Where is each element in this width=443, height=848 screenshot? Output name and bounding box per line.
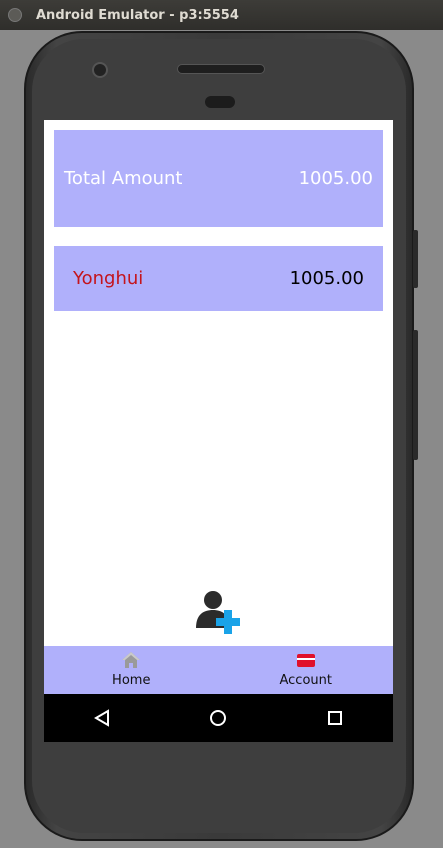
emulator-titlebar: Android Emulator - p3:5554: [0, 0, 443, 30]
nav-item-account[interactable]: Account: [219, 646, 394, 694]
front-camera: [92, 62, 108, 78]
window-title: Android Emulator - p3:5554: [36, 7, 239, 23]
back-button[interactable]: [82, 698, 122, 738]
nav-label-home: Home: [112, 673, 151, 688]
total-amount-card: Total Amount 1005.00: [54, 130, 383, 227]
recents-button[interactable]: [315, 698, 355, 738]
recents-icon: [327, 711, 342, 725]
entry-name: Yonghui: [73, 268, 144, 289]
total-amount-value: 1005.00: [298, 168, 373, 189]
list-item[interactable]: Yonghui 1005.00: [54, 246, 383, 311]
nav-item-home[interactable]: Home: [44, 646, 219, 694]
home-icon: [122, 652, 141, 668]
bottom-navigation: Home Account: [44, 646, 393, 694]
app-screen: Total Amount 1005.00 Yonghui 1005.00 Hom…: [44, 120, 393, 742]
total-amount-label: Total Amount: [64, 168, 183, 189]
home-circle-icon: [210, 710, 227, 726]
volume-button[interactable]: [413, 330, 418, 460]
nav-label-account: Account: [279, 673, 333, 688]
power-button[interactable]: [413, 230, 418, 288]
wallet-icon: [296, 654, 315, 667]
proximity-sensor: [205, 96, 235, 108]
add-user-icon: [196, 591, 240, 634]
entry-amount: 1005.00: [289, 268, 364, 289]
system-home-button[interactable]: [198, 698, 238, 738]
earpiece-speaker: [177, 64, 265, 74]
system-navigation-bar: [44, 694, 393, 742]
window-close-button[interactable]: [8, 8, 22, 22]
back-icon: [94, 709, 110, 727]
add-user-button[interactable]: [194, 588, 242, 634]
